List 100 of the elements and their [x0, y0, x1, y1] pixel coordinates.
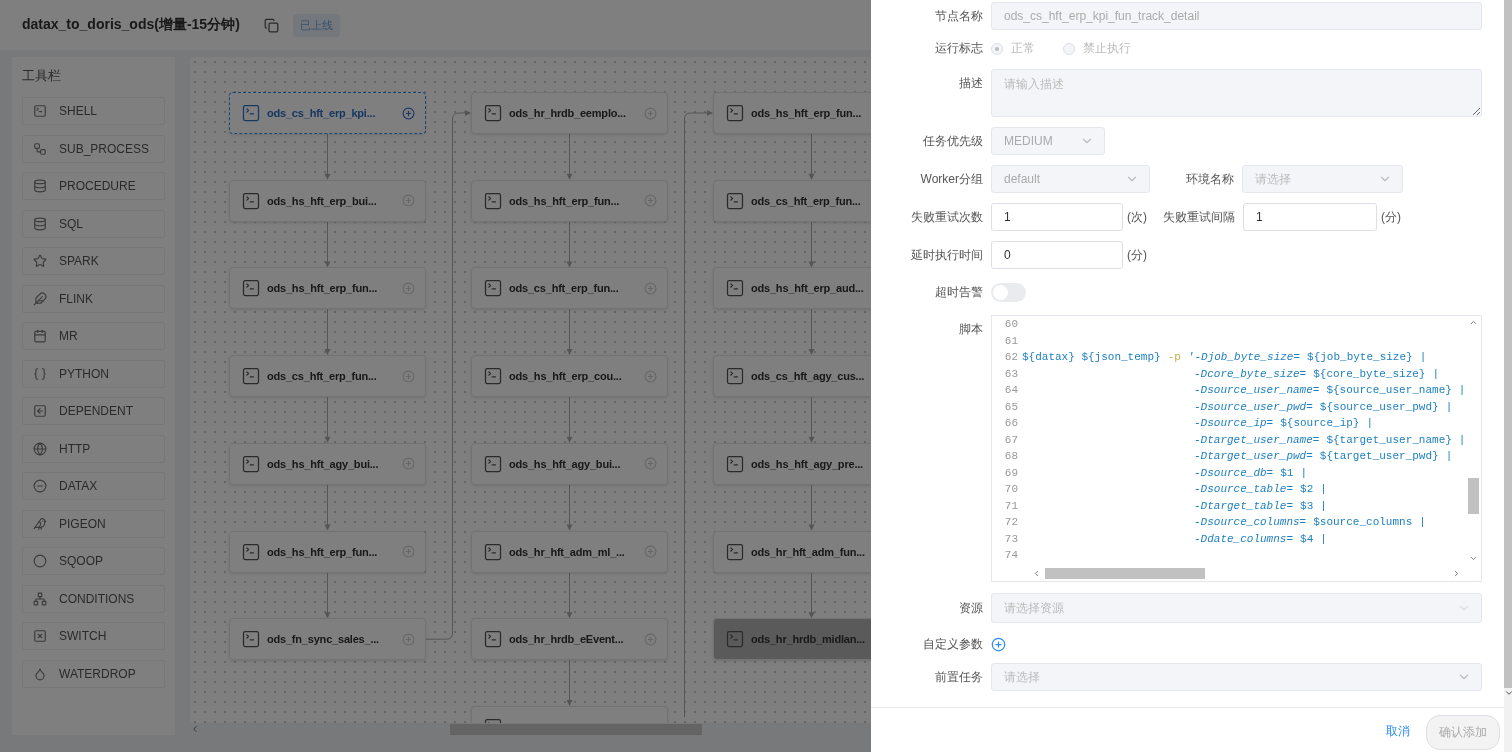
task-type-item[interactable]: SPARK — [22, 247, 165, 275]
scroll-up-icon[interactable] — [1468, 318, 1478, 327]
terminal-icon — [483, 541, 503, 562]
unit-label: (分) — [1380, 208, 1402, 226]
code-token: | — [1320, 532, 1327, 545]
scroll-down-icon[interactable] — [1504, 688, 1512, 698]
droplet-icon — [33, 666, 47, 681]
node-label: ods_cs_hft_erp_fun... — [751, 194, 861, 207]
node-label: ods_hs_hft_erp_fun... — [267, 545, 378, 558]
retry-times-field[interactable]: 1 — [991, 203, 1123, 231]
workflow-title: datax_to_doris_ods(增量-15分钟) — [22, 16, 240, 34]
workflow-icon — [33, 141, 47, 156]
code-token: | — [1458, 433, 1466, 446]
delay-time-field[interactable]: 0 — [991, 241, 1123, 269]
task-node[interactable]: ods_hs_hft_erp_fun... — [471, 179, 668, 222]
task-type-item[interactable]: FLINK — [22, 284, 165, 313]
task-type-item[interactable]: PYTHON — [22, 359, 165, 388]
task-type-item[interactable]: DEPENDENT — [22, 397, 165, 425]
description-field[interactable]: 请输入描述 — [991, 69, 1483, 117]
circle-icon — [33, 554, 47, 568]
field-label: 超时告警 — [934, 284, 984, 301]
worker-group-select[interactable]: default — [991, 165, 1150, 193]
scrollbar-thumb[interactable] — [1504, 0, 1512, 688]
task-node[interactable]: ods_hs_hft_agy_bui... — [471, 442, 668, 485]
scroll-left-icon[interactable] — [1032, 568, 1041, 578]
task-node[interactable]: ods_hr_hrdb_eemplo... — [471, 92, 668, 134]
add-icon[interactable] — [991, 637, 1006, 652]
task-node[interactable]: ods_hs_hft_erp_bui... — [229, 179, 426, 222]
task-type-item[interactable]: SQL — [22, 209, 165, 238]
connector-arrow — [566, 221, 573, 268]
task-node[interactable]: ods_cs_hft_erp_fun... — [229, 355, 426, 398]
code-token: | — [1419, 516, 1426, 529]
terminal-icon — [241, 541, 261, 562]
code-token: -Dtarget_user_pwd= — [1194, 450, 1313, 463]
connector-arrow — [566, 572, 573, 619]
globe-icon — [33, 441, 47, 456]
terminal-icon — [725, 541, 745, 562]
scrollbar-thumb[interactable] — [450, 723, 702, 735]
radio-option[interactable]: 正常 — [991, 40, 1035, 57]
scrollbar-thumb[interactable] — [1045, 567, 1205, 579]
radio-dot[interactable] — [1063, 42, 1075, 55]
connector-arrow — [566, 308, 573, 356]
field-label: 失败重试间隔 — [1162, 208, 1236, 226]
unit-label: (次) — [1126, 208, 1148, 226]
radio-option[interactable]: 禁止执行 — [1063, 40, 1131, 57]
task-type-item[interactable]: WATERDROP — [22, 659, 165, 688]
task-type-item[interactable]: SWITCH — [22, 622, 165, 650]
line-number: 74 — [1003, 549, 1018, 562]
terminal-icon — [725, 103, 745, 123]
retry-interval-field[interactable]: 1 — [1243, 203, 1377, 231]
terminal-icon — [241, 453, 261, 474]
code-token: -Dsource_table= — [1194, 483, 1294, 496]
star-icon — [33, 254, 47, 268]
terminal-icon — [483, 103, 503, 123]
connector-arrow — [324, 572, 331, 619]
connector-arrow — [324, 308, 331, 356]
code-token: -Dsource_user_name= — [1194, 384, 1320, 397]
task-type-item[interactable]: HTTP — [22, 434, 165, 463]
field-label: 环境名称 — [1185, 170, 1235, 188]
task-type-item[interactable]: SQOOP — [22, 547, 165, 575]
code-token: | — [1432, 367, 1440, 380]
node-label: ods_hr_hft_adm_fun... — [751, 545, 865, 558]
add-icon[interactable] — [402, 106, 415, 120]
scrollbar-thumb[interactable] — [1467, 478, 1479, 514]
scroll-left-icon[interactable] — [190, 724, 200, 734]
code-editor[interactable] — [991, 315, 1483, 582]
code-token: ${target_user_name} — [1326, 433, 1452, 446]
scroll-down-icon[interactable] — [1468, 554, 1478, 563]
line-number: 71 — [1003, 499, 1018, 512]
node-name-field[interactable]: ods_cs_hft_erp_kpi_fun_track_detail — [991, 2, 1483, 30]
line-number: 61 — [1003, 334, 1018, 347]
code-token: ${target_user_pwd} — [1319, 450, 1439, 463]
task-type-item[interactable]: DATAX — [22, 472, 165, 500]
task-node[interactable]: ods_cs_hft_erp_fun... — [471, 267, 668, 310]
task-node[interactable]: ods_hr_hft_adm_ml_... — [471, 530, 668, 573]
task-node[interactable]: ods_hr_hrdb_eEvent... — [471, 618, 668, 661]
task-type-item[interactable]: SHELL — [22, 97, 165, 125]
task-node[interactable]: ods_fn_sync_sales_... — [229, 618, 426, 661]
priority-select[interactable]: MEDIUM — [991, 127, 1105, 155]
task-node[interactable]: ods_hs_hft_erp_fun... — [229, 530, 426, 573]
copy-icon[interactable] — [263, 17, 279, 33]
connector-arrow — [566, 659, 573, 706]
cancel-button[interactable]: 取消 — [1382, 719, 1415, 744]
terminal-icon — [483, 453, 503, 474]
connector-arrow — [808, 484, 815, 531]
task-type-item[interactable]: PIGEON — [22, 509, 165, 538]
task-node[interactable]: ods_hs_hft_erp_cou... — [471, 355, 668, 398]
task-type-item[interactable]: SUB_PROCESS — [22, 134, 165, 163]
task-node[interactable]: ods_cs_hft_erp_kpi... — [229, 92, 426, 134]
field-label: 运行标志 — [934, 40, 984, 57]
field-label: 延时执行时间 — [910, 246, 984, 264]
task-node[interactable]: ods_hs_hft_erp_fun... — [229, 267, 426, 310]
line-number: 69 — [1003, 466, 1018, 479]
code-token: $source_columns — [1313, 516, 1413, 529]
task-type-item[interactable]: CONDITIONS — [22, 584, 165, 613]
code-token: ${core_byte_size} — [1313, 367, 1426, 380]
radio-dot[interactable] — [991, 42, 1003, 55]
task-type-item[interactable]: PROCEDURE — [22, 172, 165, 200]
task-node[interactable]: ods_hs_hft_agy_bui... — [229, 442, 426, 485]
task-type-item[interactable]: MR — [22, 322, 165, 350]
